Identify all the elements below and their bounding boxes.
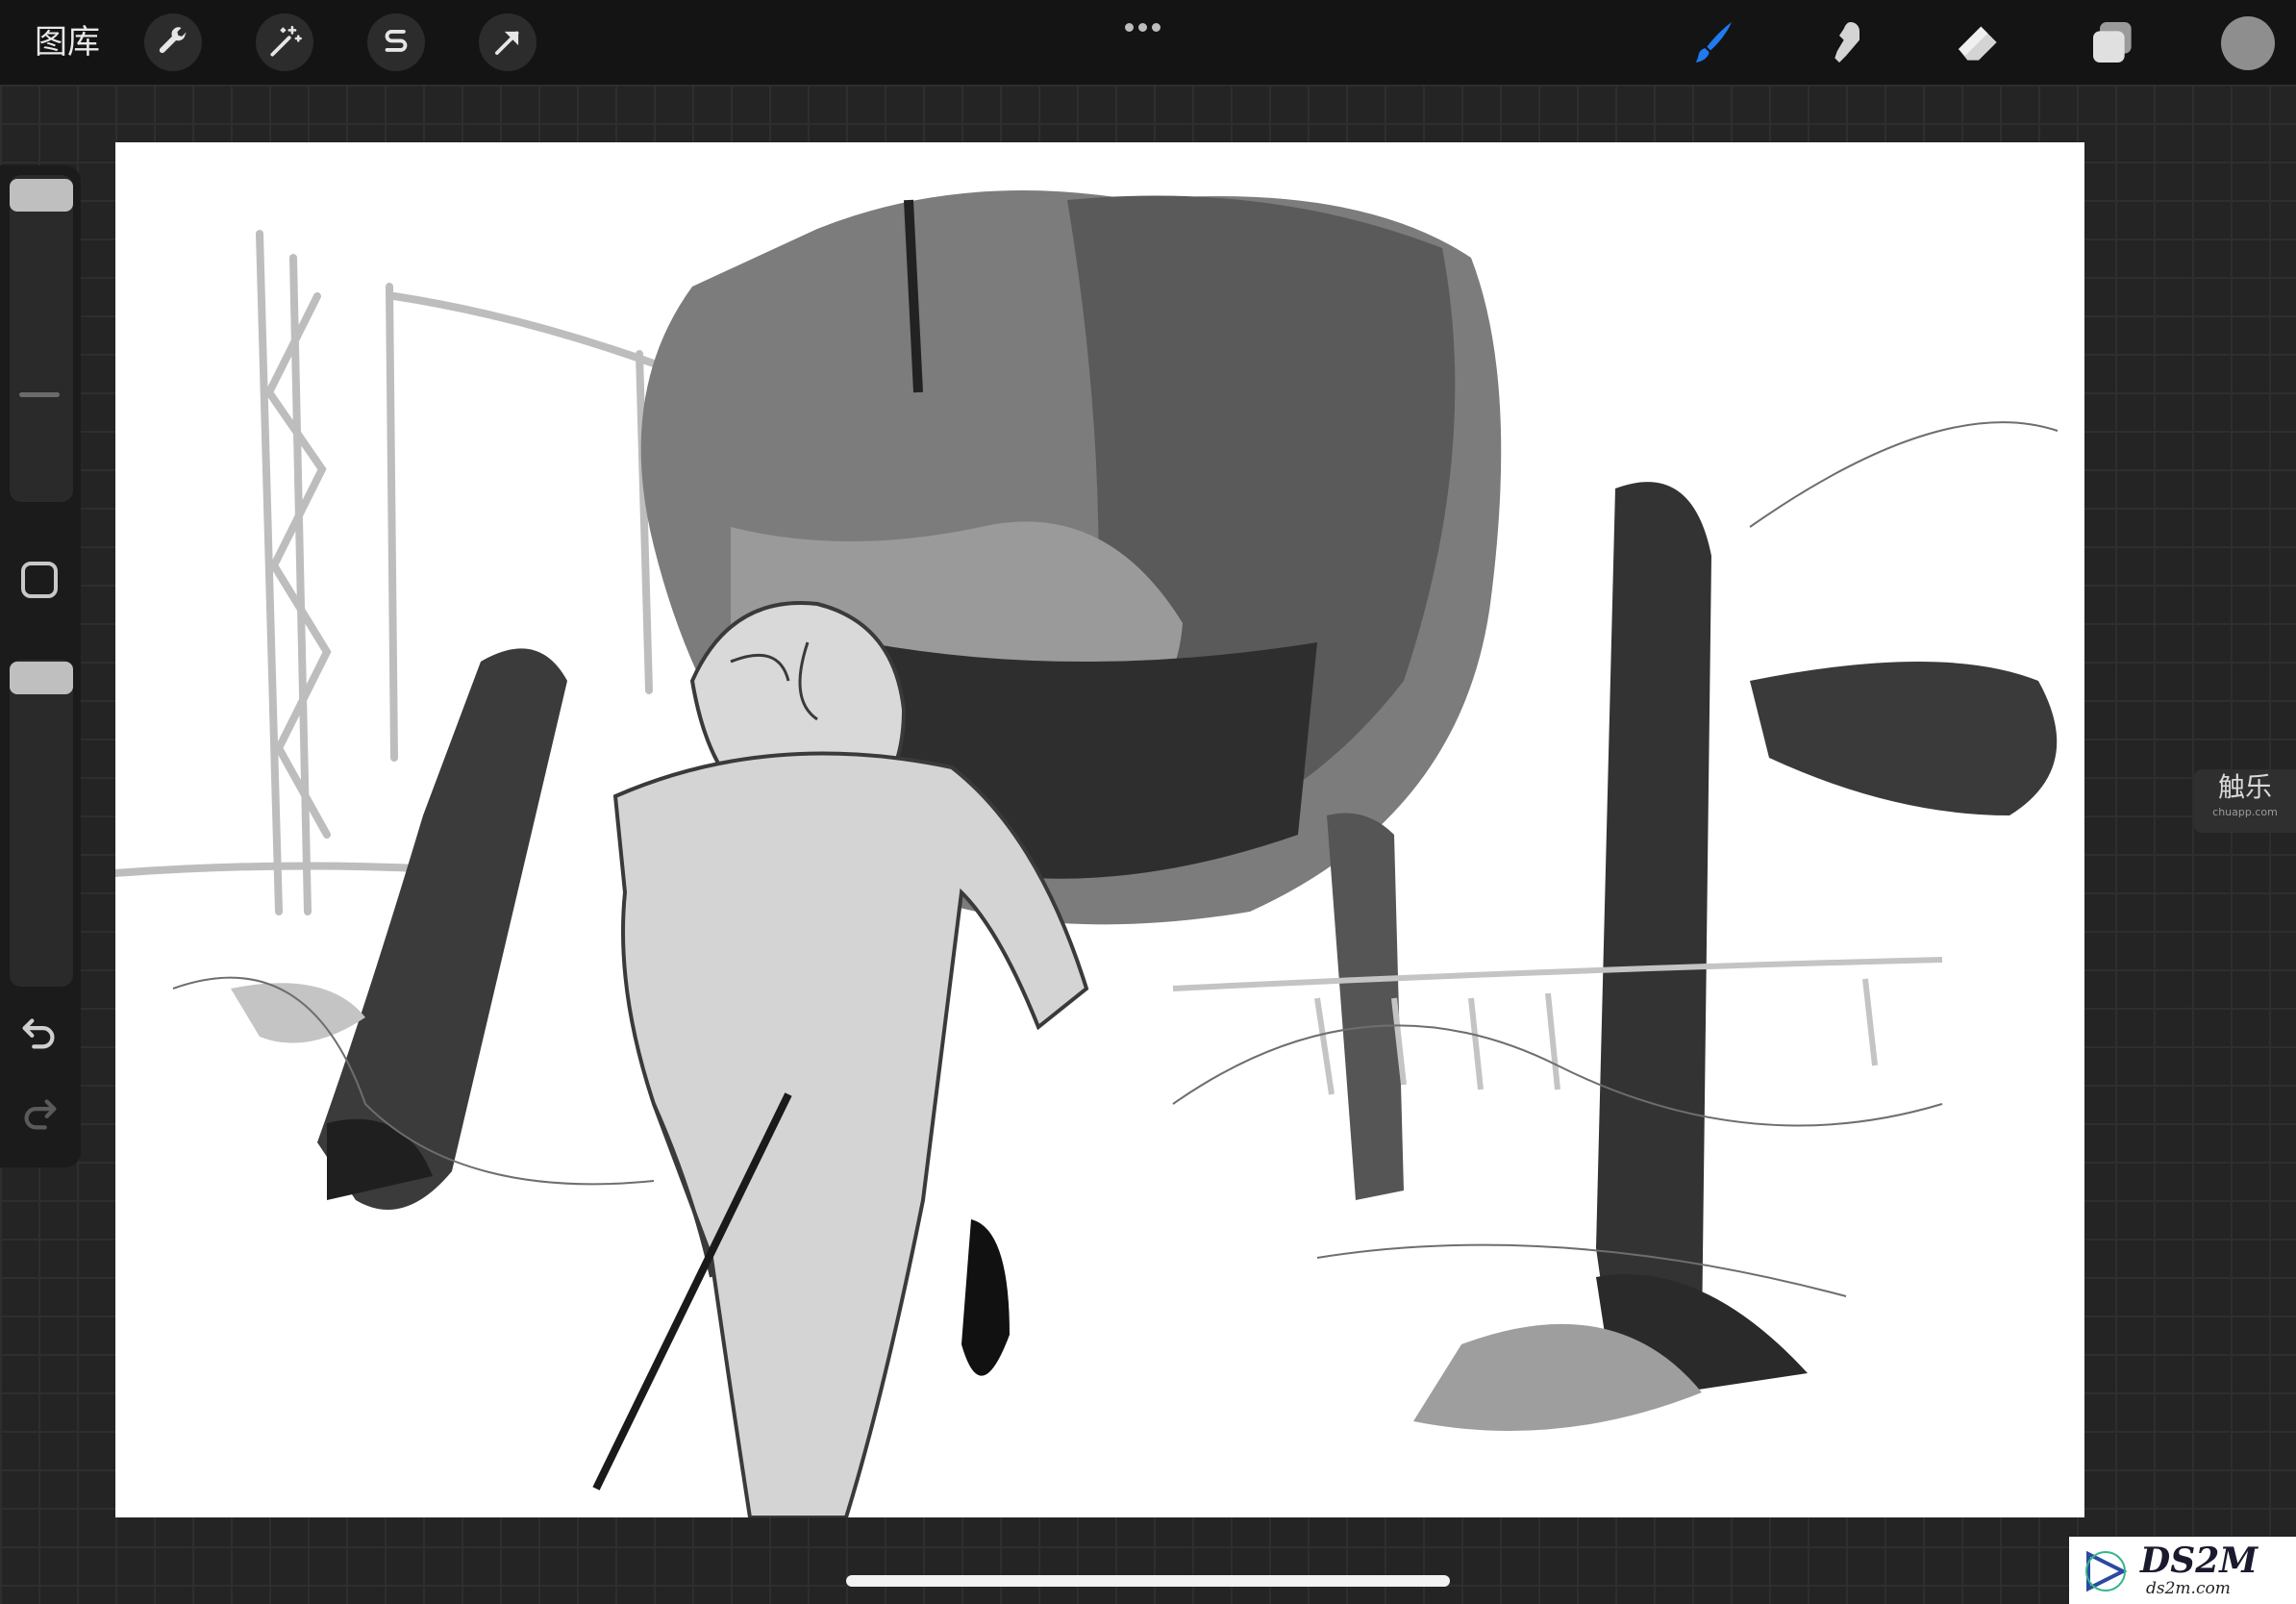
background-towers: [115, 230, 658, 915]
gallery-button[interactable]: 图库: [35, 19, 100, 65]
eraser-tool-button[interactable]: [1948, 12, 2009, 73]
selection-button[interactable]: [367, 13, 425, 71]
chuapp-watermark-sub: chuapp.com: [2212, 806, 2278, 818]
ground-shadow: [231, 983, 365, 1043]
brush-tool-button[interactable]: [1681, 12, 1742, 73]
robot-arm-right: [1750, 662, 2058, 815]
redo-icon[interactable]: [17, 1090, 62, 1135]
slider-mark: [19, 392, 60, 397]
layers-button[interactable]: [2083, 12, 2144, 73]
adjustments-button[interactable]: [256, 13, 313, 71]
undo-icon[interactable]: [17, 1010, 62, 1054]
brush-size-thumb[interactable]: [10, 179, 73, 212]
brush-icon: [1695, 22, 1732, 63]
sketch-artwork: [115, 190, 2059, 1517]
wrench-icon: [159, 27, 187, 54]
ds2m-watermark-sub: ds2m.com: [2146, 1579, 2231, 1598]
color-picker-button[interactable]: [2221, 16, 2275, 70]
modify-button[interactable]: [21, 562, 58, 598]
more-options-icon[interactable]: [1125, 17, 1165, 36]
ds2m-logo-icon: [2085, 1550, 2128, 1592]
chuapp-watermark: 触乐 chuapp.com: [2194, 769, 2296, 833]
smudge-tool-button[interactable]: [1815, 12, 1877, 73]
transform-arrow-icon: [495, 31, 519, 55]
opacity-thumb[interactable]: [10, 662, 73, 694]
ds2m-watermark-main: DS2M: [2140, 1541, 2259, 1581]
eraser-icon: [1959, 26, 1997, 61]
selection-s-icon: [385, 30, 408, 52]
brush-size-slider[interactable]: [10, 175, 73, 502]
magic-wand-icon: [270, 25, 302, 57]
background-rail: [1172, 957, 1943, 1095]
chuapp-watermark-main: 触乐: [2217, 771, 2272, 803]
actions-button[interactable]: [144, 13, 202, 71]
layers-icon: [2093, 22, 2132, 63]
opacity-slider[interactable]: [10, 660, 73, 987]
ds2m-watermark: DS2M ds2m.com: [2069, 1537, 2296, 1604]
left-sidebar: [0, 165, 81, 1167]
robot-leg-right: [1596, 482, 1711, 1385]
transform-button[interactable]: [479, 13, 537, 71]
drawing-canvas[interactable]: [115, 142, 2084, 1517]
top-toolbar: 图库: [0, 0, 2296, 85]
home-indicator[interactable]: [846, 1575, 1450, 1587]
smudge-icon: [1834, 22, 1859, 63]
